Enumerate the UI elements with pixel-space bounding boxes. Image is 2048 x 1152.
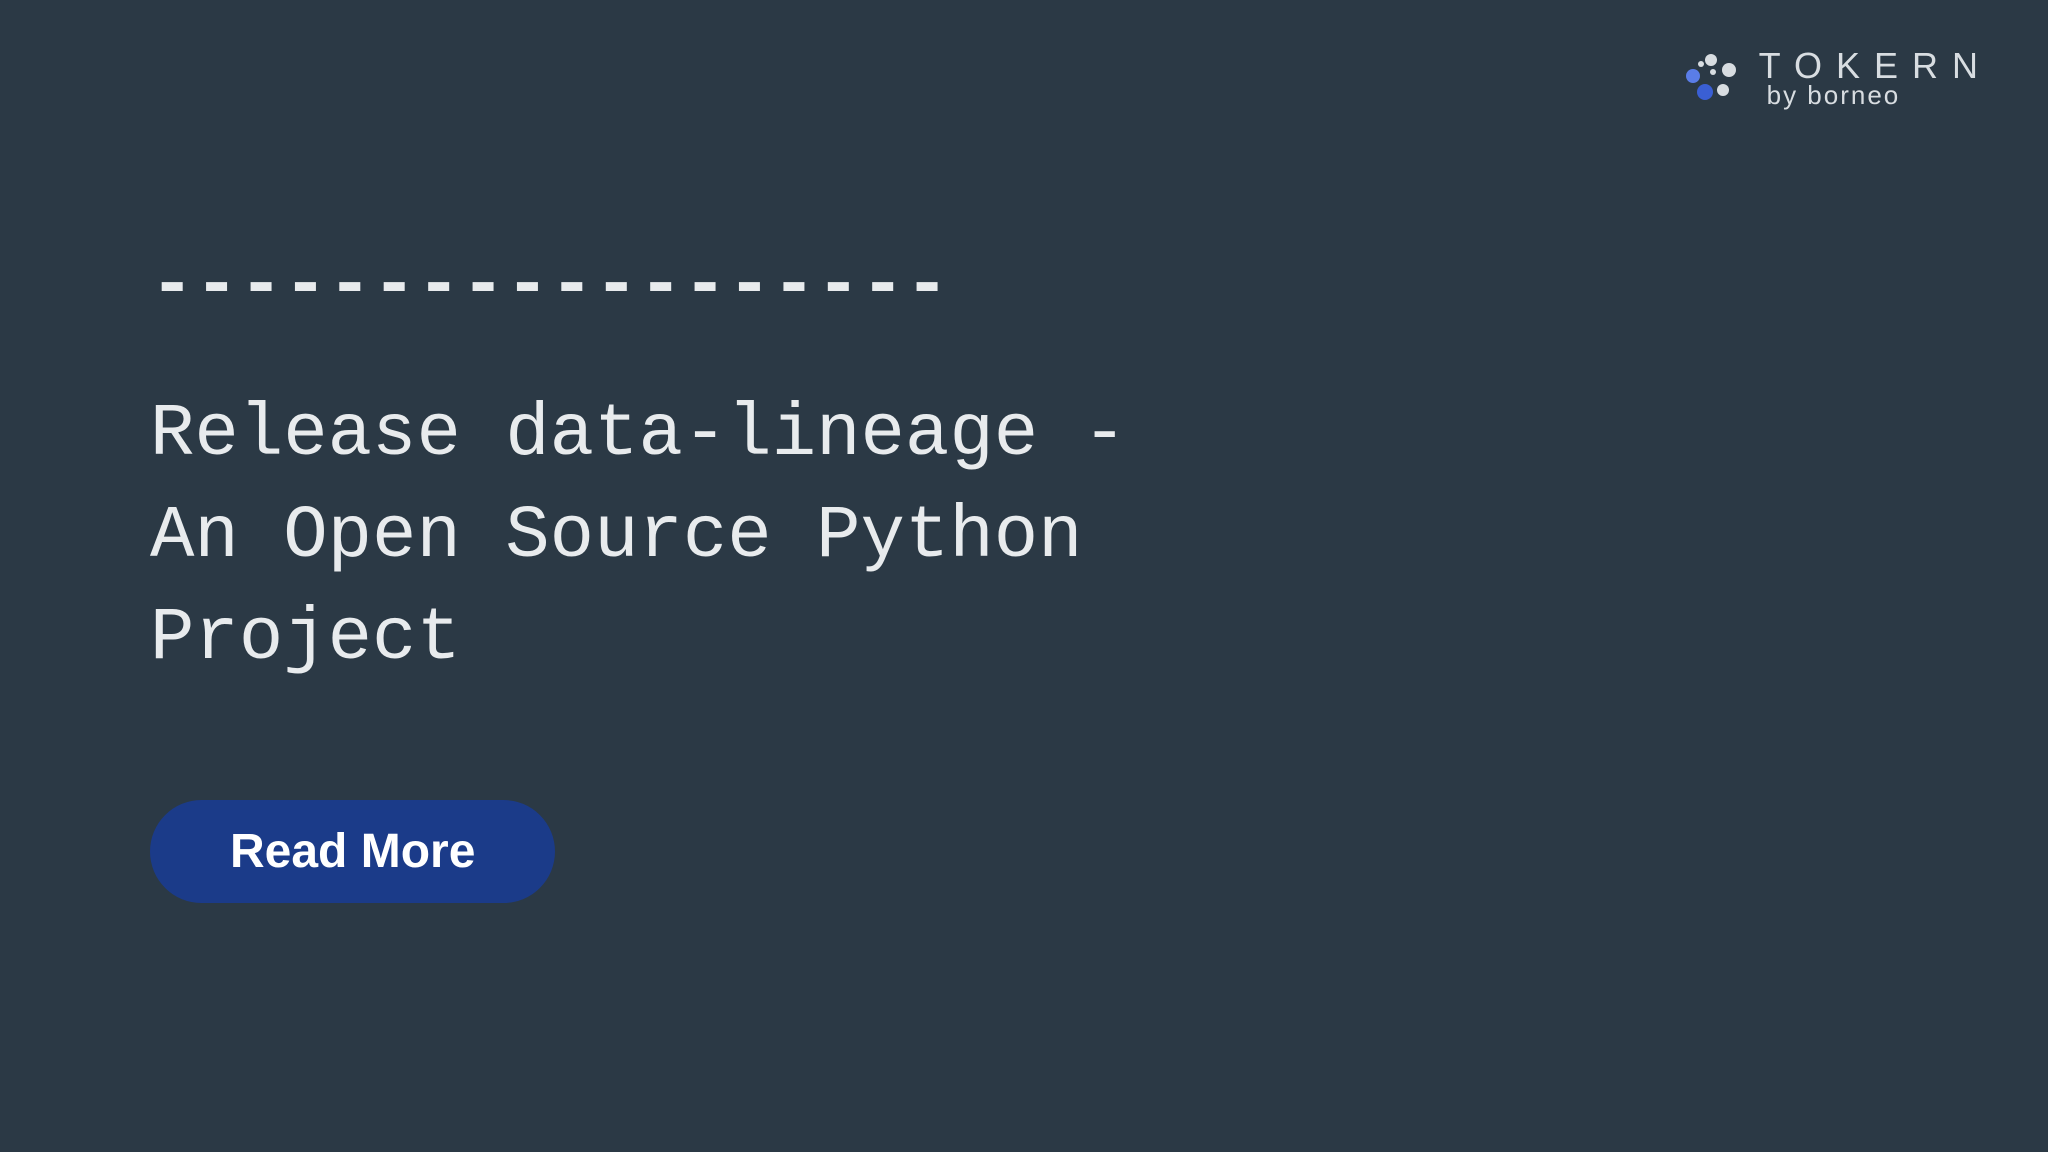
logo-subtitle: by borneo [1767, 82, 1901, 108]
decorative-dashes: ------------------ [150, 250, 1127, 324]
logo-mark-icon [1683, 50, 1739, 106]
brand-logo: TOKERN by borneo [1683, 48, 1992, 108]
logo-text: TOKERN by borneo [1759, 48, 1992, 108]
main-content: ------------------ Release data-lineage … [150, 250, 1127, 903]
logo-title: TOKERN [1759, 48, 1992, 84]
headline-text: Release data-lineage - An Open Source Py… [150, 384, 1127, 690]
read-more-button[interactable]: Read More [150, 800, 555, 903]
